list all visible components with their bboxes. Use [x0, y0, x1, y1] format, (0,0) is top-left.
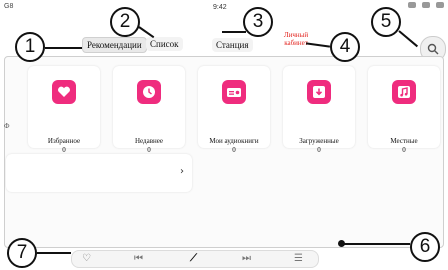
card-favorites[interactable]: Избранное 0: [28, 66, 100, 154]
heart-outline-icon[interactable]: ♡: [82, 253, 91, 264]
next-icon[interactable]: ⏭: [242, 253, 251, 264]
callout-2: 2: [110, 7, 140, 37]
callout-line: [45, 47, 82, 49]
card-label: Избранное: [47, 137, 81, 145]
chevron-right-icon: ›: [180, 166, 184, 177]
card-my-audiobooks[interactable]: Мои аудиокниги 0: [198, 66, 270, 154]
search-icon: [427, 43, 439, 55]
status-icons: [408, 2, 444, 8]
callout-1: 1: [15, 32, 45, 62]
tab-list[interactable]: Список: [146, 37, 183, 51]
callout-6: 6: [410, 232, 440, 262]
callout-3: 3: [243, 7, 273, 37]
music-note-icon: [392, 80, 416, 104]
list-row[interactable]: ›: [6, 154, 192, 192]
card-label: Загруженные: [299, 137, 339, 145]
card-label: Недавнее: [134, 137, 163, 145]
clock-icon: [137, 80, 161, 104]
callout-dot: [338, 240, 345, 247]
player-bar: ♡ ⏮ ⟋ ⏭ ☰: [71, 250, 319, 268]
battery-icon: [408, 2, 416, 8]
callout-line: [344, 243, 410, 245]
card-downloaded[interactable]: Загруженные 0: [283, 66, 355, 154]
left-edge-text: Ф: [4, 122, 10, 130]
callout-7: 7: [7, 238, 37, 268]
radio-icon: [222, 80, 246, 104]
status-time: 9:42: [213, 4, 227, 11]
download-icon: [307, 80, 331, 104]
card-count: 0: [402, 146, 406, 154]
previous-icon[interactable]: ⏮: [134, 253, 143, 264]
card-local[interactable]: Местные 0: [368, 66, 440, 154]
card-count: 0: [62, 146, 66, 154]
callout-line: [37, 252, 71, 254]
callout-4: 4: [330, 32, 360, 62]
card-recent[interactable]: Недавнее 0: [113, 66, 185, 154]
tab-station[interactable]: Станция: [212, 38, 253, 52]
card-count: 0: [147, 146, 151, 154]
card-count: 0: [232, 146, 236, 154]
playlist-icon[interactable]: ☰: [294, 253, 303, 264]
callout-line: [222, 31, 246, 33]
tab-recommendations[interactable]: Рекомендации: [82, 37, 147, 53]
card-label: Мои аудиокниги: [209, 137, 259, 145]
card-label: Местные: [390, 137, 418, 145]
card-count: 0: [317, 146, 321, 154]
status-left-text: G8: [4, 3, 14, 10]
heart-icon: [52, 80, 76, 104]
play-slash-icon[interactable]: ⟋: [190, 253, 197, 264]
wifi-icon: [422, 2, 430, 8]
callout-5: 5: [371, 7, 401, 37]
signal-icon: [436, 2, 444, 8]
